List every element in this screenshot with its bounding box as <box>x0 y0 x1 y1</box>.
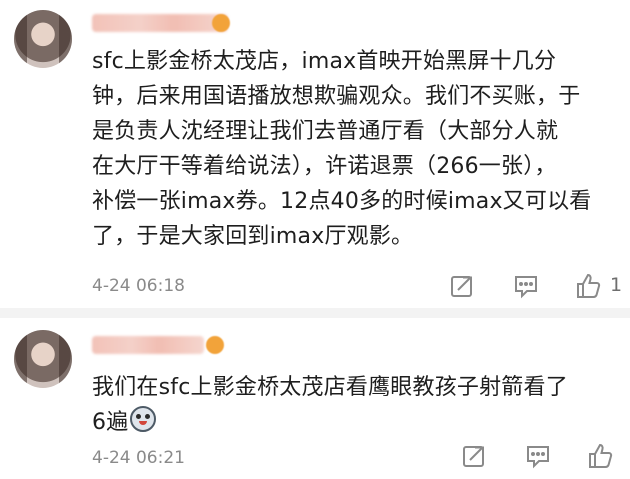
reply-icon[interactable] <box>524 442 552 470</box>
vip-badge-icon <box>212 14 230 32</box>
share-icon[interactable] <box>448 272 476 300</box>
reply-icon[interactable] <box>512 272 540 300</box>
username-blurred[interactable] <box>92 14 228 32</box>
like-icon[interactable] <box>574 272 602 300</box>
vip-badge-icon <box>206 336 224 354</box>
comment-divider <box>0 308 630 318</box>
user-avatar[interactable] <box>14 330 72 388</box>
like-icon[interactable] <box>586 442 614 470</box>
user-avatar[interactable] <box>14 10 72 68</box>
surprised-face-emoji-icon <box>130 406 157 432</box>
comment-text: sfc上影金桥太茂店，imax首映开始黑屏十几分 钟，后来用国语播放想欺骗观众。… <box>92 49 592 249</box>
username-blurred[interactable] <box>92 336 204 354</box>
comment-item: sfc上影金桥太茂店，imax首映开始黑屏十几分 钟，后来用国语播放想欺骗观众。… <box>0 0 630 308</box>
comment-timestamp: 4-24 06:21 <box>92 448 185 468</box>
comment-text: 我们在sfc上影金桥太茂店看鹰眼教孩子射箭看了 6遍 <box>92 370 612 440</box>
comment-timestamp: 4-24 06:18 <box>92 276 185 296</box>
share-icon[interactable] <box>460 442 488 470</box>
comment-text-body: 我们在sfc上影金桥太茂店看鹰眼教孩子射箭看了 6遍 <box>92 375 568 435</box>
like-count: 1 <box>610 274 623 296</box>
comment-item: 我们在sfc上影金桥太茂店看鹰眼教孩子射箭看了 6遍 4-24 06:21 <box>0 318 630 479</box>
